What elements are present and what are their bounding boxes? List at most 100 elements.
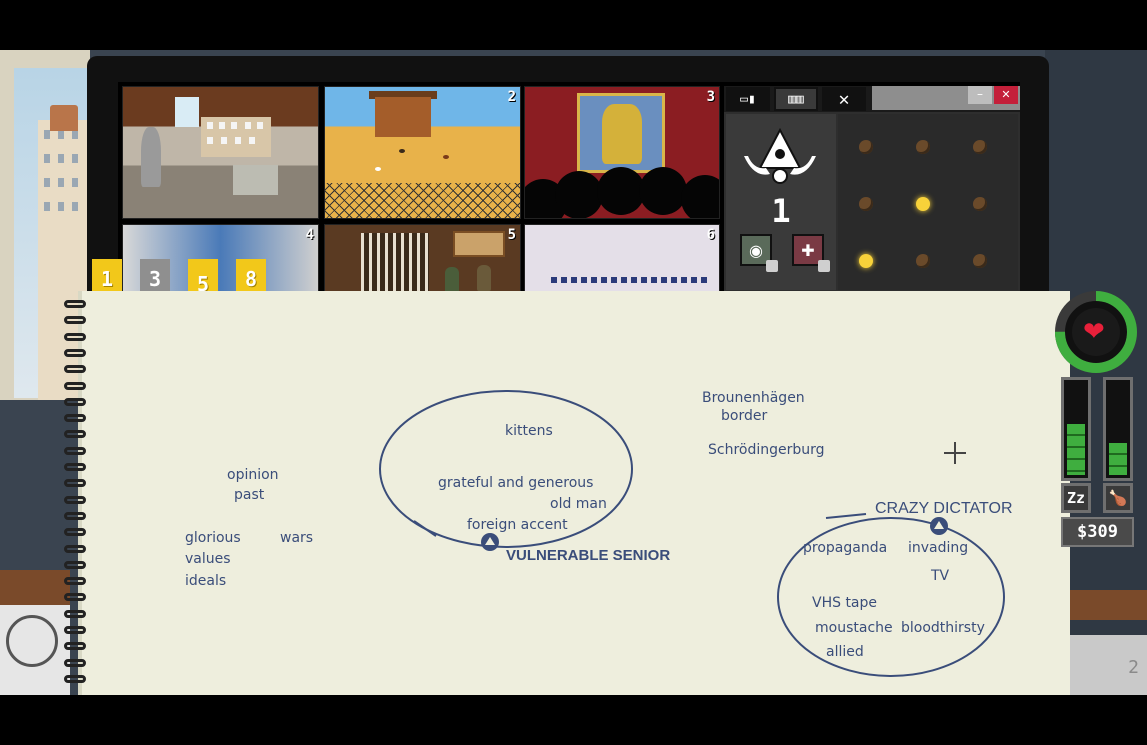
wooden-shelf-right — [1066, 590, 1147, 620]
water-tower — [50, 105, 78, 131]
spiral-ring — [64, 332, 86, 341]
spiral-ring — [64, 348, 86, 357]
spiral-ring — [64, 430, 86, 439]
letterbox-bottom — [0, 695, 1147, 745]
word-kittens[interactable]: kittens — [505, 423, 553, 439]
word-foreign-accent[interactable]: foreign accent — [467, 517, 568, 533]
bookshelf — [361, 233, 429, 293]
camera-feed-1[interactable] — [122, 86, 319, 219]
channel-level: 1 — [771, 192, 791, 230]
film-reel-icon: ▥▥ — [788, 91, 804, 107]
spiral-ring — [64, 642, 86, 651]
camera-number: 6 — [706, 227, 715, 243]
word-vhs-tape[interactable]: VHS tape — [812, 595, 877, 611]
money-counter: $309 — [1061, 517, 1134, 547]
indicator-light — [859, 254, 873, 268]
mannequin — [141, 127, 161, 187]
channel-info: 1 ◉ ✚ — [726, 114, 836, 290]
word-old-man[interactable]: old man — [550, 496, 607, 512]
camera-feed-5[interactable]: 5 — [324, 224, 521, 298]
first-aid-upgrade-button[interactable]: ✚ — [792, 234, 830, 272]
indicator-light — [859, 140, 873, 154]
indicator-light — [916, 140, 930, 154]
film-reel-tab[interactable]: ▥▥ — [774, 87, 818, 111]
control-panel: ▭▮ ▥▥ ✕ – ✕ 1 ◉ ✚ — [724, 86, 1020, 292]
indicator-light — [973, 197, 987, 211]
close-button[interactable]: ✕ — [994, 86, 1018, 104]
camera-feed-6[interactable]: 6 — [524, 224, 720, 298]
camera-view-tab[interactable]: ▭▮ — [726, 87, 770, 111]
spiral-ring — [64, 446, 86, 455]
first-aid-icon: ✚ — [801, 240, 815, 260]
spiral-ring — [64, 609, 86, 618]
camera-feed-2[interactable]: 2 — [324, 86, 521, 219]
chain-fence — [325, 183, 520, 218]
camera-feed-3[interactable]: 3 — [524, 86, 720, 219]
word-glorious[interactable]: glorious — [185, 530, 241, 546]
lock-icon — [818, 260, 830, 272]
spiral-ring — [64, 528, 86, 537]
audience-silhouette — [681, 175, 719, 218]
eye-icon: ◉ — [749, 240, 763, 260]
camera-number: 2 — [507, 89, 516, 105]
pharaoh-poster — [577, 93, 665, 173]
word-moustache[interactable]: moustache — [815, 620, 893, 636]
word-border[interactable]: border — [721, 408, 767, 424]
spiral-ring — [64, 479, 86, 488]
audience-silhouette — [639, 167, 687, 215]
notebook-spiral — [64, 300, 86, 695]
category-vulnerable-senior[interactable]: VULNERABLE SENIOR — [506, 547, 670, 564]
spiral-ring — [64, 577, 86, 586]
spiral-ring — [64, 463, 86, 471]
illuminati-emblem-icon — [744, 127, 816, 184]
close-tab[interactable]: ✕ — [822, 87, 866, 111]
camera-icon: ▭▮ — [740, 91, 756, 107]
sleep-meter — [1061, 377, 1091, 481]
lock-icon — [766, 260, 778, 272]
airship-windows — [551, 277, 711, 283]
word-grateful-and-generous[interactable]: grateful and generous — [438, 475, 593, 491]
word-bloodthirsty[interactable]: bloodthirsty — [901, 620, 985, 636]
cat-painting — [453, 231, 505, 257]
audience-silhouette — [597, 167, 645, 215]
camera-number: 3 — [706, 89, 715, 105]
eye-upgrade-button[interactable]: ◉ — [740, 234, 778, 272]
word-allied[interactable]: allied — [826, 644, 864, 660]
spiral-ring — [64, 658, 86, 667]
word-opinion[interactable]: opinion — [227, 467, 279, 483]
word-wars[interactable]: wars — [280, 530, 313, 546]
spiral-ring — [64, 414, 86, 423]
spiral-ring — [64, 316, 86, 325]
old-man — [445, 267, 459, 293]
spiral-ring — [64, 674, 86, 683]
spiral-ring — [64, 397, 86, 406]
spiral-ring — [64, 560, 86, 569]
indicator-light — [973, 254, 987, 268]
indicator-light — [916, 254, 930, 268]
close-tab-icon: ✕ — [838, 88, 850, 110]
word-propaganda[interactable]: propaganda — [803, 540, 887, 556]
desk-object: 2 — [1068, 635, 1147, 695]
word-tv[interactable]: TV — [931, 568, 949, 584]
minimize-button[interactable]: – — [968, 86, 992, 104]
indicator-light — [859, 197, 873, 211]
word-past[interactable]: past — [234, 487, 264, 503]
word-invading[interactable]: invading — [908, 540, 968, 556]
crosshair-cursor-icon — [944, 442, 966, 464]
sleep-icon[interactable]: Zz — [1061, 483, 1091, 513]
word-values[interactable]: values — [185, 551, 231, 567]
spiral-ring — [64, 511, 86, 520]
stamp-paper — [0, 605, 70, 695]
food-meter — [1103, 377, 1133, 481]
indicator-light — [916, 197, 930, 211]
word-ideals[interactable]: ideals — [185, 573, 226, 589]
food-icon[interactable]: 🍗 — [1103, 483, 1133, 513]
spiral-ring — [64, 495, 86, 504]
editing-machine — [233, 165, 278, 195]
word-brounenhagen[interactable]: Brounenhägen — [702, 390, 805, 406]
word-schrodingerburg[interactable]: Schrödingerburg — [708, 442, 825, 458]
spiral-ring — [64, 365, 86, 374]
category-crazy-dictator[interactable]: CRAZY DICTATOR — [875, 500, 1013, 518]
indicator-grid — [838, 114, 1018, 290]
spiral-ring — [64, 593, 86, 602]
